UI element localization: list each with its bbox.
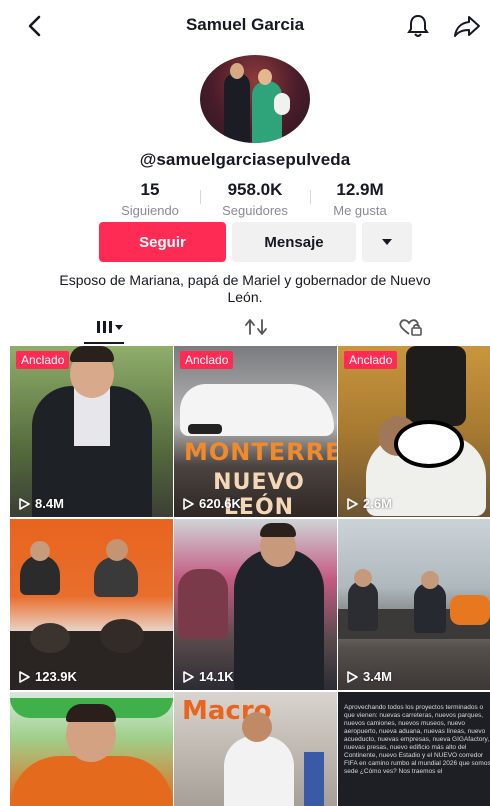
video-overlay-title: MONTERREY	[184, 438, 337, 466]
play-icon	[183, 670, 194, 683]
more-options-button[interactable]	[362, 222, 412, 262]
video-thumbnail[interactable]: 123.9K	[10, 519, 173, 690]
likes-label: Me gusta	[333, 203, 387, 218]
profile-bio: Esposo de Mariana, papá de Mariel y gobe…	[59, 272, 431, 305]
username-handle: @samuelgarciasepulveda	[139, 150, 351, 169]
top-bar: Samuel Garcia	[0, 0, 490, 52]
profile-tabs	[0, 310, 490, 344]
pinned-badge: Anclado	[16, 351, 70, 369]
play-icon	[19, 497, 30, 510]
repost-icon	[245, 319, 267, 335]
following-stat[interactable]: 15 Siguiendo	[95, 180, 205, 218]
view-count-value: 620.6K	[199, 496, 241, 511]
tab-videos[interactable]	[70, 310, 150, 344]
play-icon	[347, 497, 358, 510]
pinned-badge: Anclado	[180, 351, 234, 369]
video-overlay-text: Aprovechando todos los proyectos termina…	[344, 704, 490, 775]
view-count-value: 123.9K	[35, 669, 77, 684]
message-button[interactable]: Mensaje	[232, 222, 356, 262]
view-count: 620.6K	[182, 496, 241, 511]
play-icon	[183, 497, 194, 510]
bell-icon[interactable]	[404, 12, 432, 40]
play-icon	[19, 670, 30, 683]
video-thumbnail[interactable]: MONTERREY NUEVO LEÓN Anclado 620.6K	[174, 346, 337, 517]
view-count: 8.4M	[18, 496, 64, 511]
active-tab-indicator	[84, 342, 124, 344]
tab-liked[interactable]	[370, 310, 450, 344]
video-grid: Anclado 8.4M MONTERREY NUEVO LEÓN Anclad…	[10, 346, 490, 806]
following-label: Siguiendo	[121, 203, 179, 218]
likes-stat[interactable]: 12.9M Me gusta	[305, 180, 415, 218]
view-count-value: 8.4M	[35, 496, 64, 511]
view-count: 14.1K	[182, 669, 234, 684]
following-count: 15	[140, 180, 160, 199]
view-count-value: 3.4M	[363, 669, 392, 684]
caret-down-icon	[382, 239, 392, 245]
view-count-value: 14.1K	[199, 669, 234, 684]
view-count: 2.6M	[346, 496, 392, 511]
tab-reposts[interactable]	[216, 310, 296, 344]
view-count-value: 2.6M	[363, 496, 392, 511]
followers-label: Seguidores	[222, 203, 288, 218]
share-icon[interactable]	[452, 12, 482, 40]
likes-count: 12.9M	[336, 180, 384, 199]
video-thumbnail[interactable]: Macro	[174, 692, 337, 806]
video-thumbnail[interactable]: Aprovechando todos los proyectos termina…	[338, 692, 490, 806]
liked-hidden-icon	[399, 319, 422, 336]
pinned-badge: Anclado	[344, 351, 398, 369]
video-thumbnail[interactable]	[10, 692, 173, 806]
video-thumbnail[interactable]: 14.1K	[174, 519, 337, 690]
play-icon	[347, 670, 358, 683]
avatar[interactable]	[200, 55, 310, 143]
video-thumbnail[interactable]: 3.4M	[338, 519, 490, 690]
followers-count: 958.0K	[227, 180, 283, 199]
video-thumbnail[interactable]: Anclado 8.4M	[10, 346, 173, 517]
followers-stat[interactable]: 958.0K Seguidores	[200, 180, 310, 218]
follow-button[interactable]: Seguir	[99, 222, 226, 262]
view-count: 3.4M	[346, 669, 392, 684]
grid-icon	[97, 321, 123, 333]
view-count: 123.9K	[18, 669, 77, 684]
video-thumbnail[interactable]: Anclado 2.6M	[338, 346, 490, 517]
